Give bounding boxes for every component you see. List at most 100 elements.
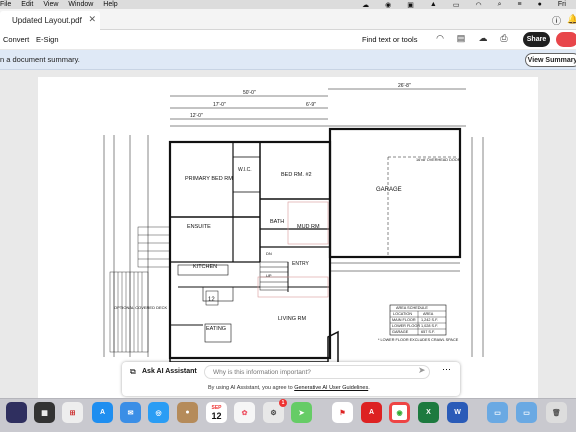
dim-6-9: 6'-9" xyxy=(306,102,316,108)
finder-icon[interactable] xyxy=(6,402,27,423)
room-primary-bed: PRIMARY BED RM xyxy=(185,176,233,182)
menu-file[interactable]: File xyxy=(0,1,11,8)
schedule-row2-value: 1,028 S.F. xyxy=(421,324,438,328)
room-living: LIVING RM xyxy=(278,316,307,322)
calendar-icon[interactable]: SEP 12 xyxy=(206,402,227,423)
upload-cloud-icon[interactable]: ☁ xyxy=(477,33,489,45)
schedule-row2-label: LOWER FLOOR xyxy=(392,324,420,328)
save-icon[interactable]: ▤ xyxy=(455,33,467,45)
acrobat-red-icon[interactable]: A xyxy=(361,402,382,423)
schedule-header-area: AREA xyxy=(423,312,434,316)
siri-icon[interactable]: ● xyxy=(538,1,542,8)
ai-assistant-button[interactable] xyxy=(556,32,576,47)
garage-note: 16'x8' OVERHEAD DOOR xyxy=(416,158,461,162)
share-button[interactable]: Share xyxy=(523,32,550,47)
photos-icon[interactable]: ✿ xyxy=(234,402,255,423)
cloud-icon[interactable]: ☁ xyxy=(362,1,369,9)
room-entry: ENTRY xyxy=(292,261,310,267)
room-deck: OPTIONAL COVERED DECK xyxy=(114,305,168,310)
system-settings-icon[interactable]: ⚙ 1 xyxy=(263,399,287,423)
folder-icon[interactable]: ▭ xyxy=(487,402,508,423)
send-icon[interactable]: ➤ xyxy=(418,365,426,376)
wifi-icon[interactable]: ◠ xyxy=(475,1,481,9)
banner-text: n a document summary. xyxy=(0,55,80,64)
room-wic: W.I.C. xyxy=(238,167,252,173)
toolbar: Convert E-Sign Find text or tools ◠ ▤ ☁ … xyxy=(0,30,576,49)
calendar-day: 12 xyxy=(211,410,222,421)
stair-up: UP xyxy=(266,273,272,278)
launchpad-grid-icon[interactable]: ⊞ xyxy=(62,402,83,423)
more-options-icon[interactable]: ⋯ xyxy=(442,364,451,375)
ai-assistant-icon: ⧉ xyxy=(130,367,136,376)
room-kitchen: KITCHEN xyxy=(193,264,217,270)
dim-12: 12'-0" xyxy=(190,113,203,119)
control-center-icon[interactable]: ≡ xyxy=(518,1,522,8)
schedule-row1-label: MAIN FLOOR xyxy=(392,318,416,322)
stair-dn: DN xyxy=(266,251,272,256)
dim-overall: 50'-0" xyxy=(243,90,256,96)
ai-guidelines-link[interactable]: Generative AI User Guidelines xyxy=(294,385,368,391)
room-eating: EATING xyxy=(206,326,226,332)
schedule-title: AREA SCHEDULE xyxy=(396,306,428,310)
tab-title: Updated Layout.pdf xyxy=(12,16,82,25)
floor-plan: 50'-0" 17'-0" 6'-9" 12'-0" 26'-8" PRIMAR… xyxy=(103,83,484,363)
schedule-header-location: LOCATION xyxy=(393,312,412,316)
downloads-folder-icon[interactable]: ▭ xyxy=(516,402,537,423)
search-icon[interactable]: ⌕ xyxy=(498,1,502,9)
settings-badge: 1 xyxy=(279,399,287,407)
clock[interactable]: Fri xyxy=(558,1,566,8)
convert-button[interactable]: Convert xyxy=(3,35,29,44)
ai-question-input[interactable]: Why is this information important? xyxy=(204,365,430,379)
menu-help[interactable]: Help xyxy=(103,1,117,8)
schedule-row3-value: 657 S.F. xyxy=(421,330,435,334)
schedule-note: * LOWER FLOOR EXCLUDES CRAWL SPACE xyxy=(378,338,459,342)
dim-17: 17'-0" xyxy=(213,102,226,108)
find-tools-button[interactable]: Find text or tools xyxy=(362,35,417,44)
notification-bell-icon[interactable]: 🔔 xyxy=(567,14,576,25)
esign-button[interactable]: E-Sign xyxy=(36,35,59,44)
ai-terms: By using AI Assistant, you agree to Gene… xyxy=(208,385,370,391)
contacts-icon[interactable]: ● xyxy=(177,402,198,423)
trash-icon[interactable]: 🗑 xyxy=(546,402,567,423)
range-label: 12 xyxy=(208,297,215,303)
launchpad-icon[interactable]: ▦ xyxy=(34,402,55,423)
menu-window[interactable]: Window xyxy=(68,1,93,8)
schedule-row1-value: 1,242 S.F. xyxy=(421,318,438,322)
ai-terms-text: By using AI Assistant, you agree to xyxy=(208,385,295,391)
help-icon[interactable]: ⓘ xyxy=(552,14,561,27)
tab-document[interactable]: Updated Layout.pdf ✕ xyxy=(0,11,100,30)
document-canvas[interactable]: 50'-0" 17'-0" 6'-9" 12'-0" 26'-8" PRIMAR… xyxy=(0,71,576,398)
close-icon[interactable]: ✕ xyxy=(88,14,96,25)
menu-view[interactable]: View xyxy=(43,1,58,8)
acrobat-icon[interactable]: ⚑ xyxy=(332,402,353,423)
adobe-status-icon[interactable]: ▲ xyxy=(430,1,437,8)
shield-icon[interactable]: ▣ xyxy=(407,1,414,9)
excel-icon[interactable]: X xyxy=(418,402,439,423)
view-summary-button[interactable]: View Summary xyxy=(525,53,576,67)
ai-assistant-label: Ask AI Assistant xyxy=(142,368,197,375)
room-bath: BATH xyxy=(270,219,284,225)
tab-bar: Updated Layout.pdf ✕ ⓘ 🔔 xyxy=(0,9,576,30)
print-icon[interactable]: ⎙ xyxy=(498,33,510,45)
schedule-row3-label: GARAGE xyxy=(392,330,409,334)
ai-assistant-panel: ⧉ Ask AI Assistant Why is this informati… xyxy=(122,362,460,396)
room-mud-rm: MUD RM xyxy=(297,224,320,230)
maps-icon[interactable]: ➤ xyxy=(291,402,312,423)
status-icon[interactable]: ◉ xyxy=(385,1,391,9)
chrome-icon[interactable]: ◉ xyxy=(389,402,410,423)
mail-icon[interactable]: ✉ xyxy=(120,402,141,423)
safari-icon[interactable]: ◎ xyxy=(148,402,169,423)
room-ensuite: ENSUITE xyxy=(187,224,211,230)
pdf-page[interactable]: 50'-0" 17'-0" 6'-9" 12'-0" 26'-8" PRIMAR… xyxy=(38,77,538,398)
dock: ▦ ⊞ A ✉ ◎ ● SEP 12 ✿ ⚙ 1 ➤ ⚑ A ◉ X W ▭ ▭… xyxy=(0,398,576,432)
menu-bar: File Edit View Window Help ☁ ◉ ▣ ▲ ▭ ◠ ⌕… xyxy=(0,0,576,9)
menu-edit[interactable]: Edit xyxy=(21,1,33,8)
dim-26-8: 26'-8" xyxy=(398,83,411,89)
room-bed-2: BED RM. #2 xyxy=(281,172,312,178)
room-garage: GARAGE xyxy=(376,187,402,193)
read-aloud-icon[interactable]: ◠ xyxy=(434,33,446,45)
word-icon[interactable]: W xyxy=(447,402,468,423)
app-store-icon[interactable]: A xyxy=(92,402,113,423)
battery-icon[interactable]: ▭ xyxy=(453,1,460,9)
summary-banner: n a document summary. View Summary xyxy=(0,50,576,70)
